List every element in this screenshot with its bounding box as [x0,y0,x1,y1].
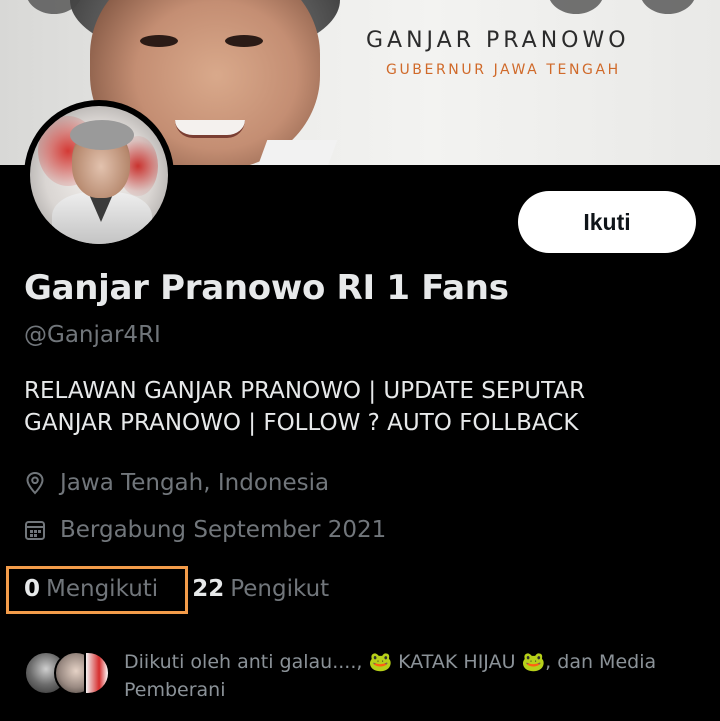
banner-subtitle: GUBERNUR JAWA TENGAH [386,62,621,78]
calendar-icon [25,521,45,540]
profile-handle: @Ganjar4RI [24,322,161,348]
avatar-image [30,106,168,244]
profile-join-date: Bergabung September 2021 [24,514,386,546]
banner-title: GANJAR PRANOWO [366,28,630,53]
followers-label: Pengikut [230,576,330,602]
banner-portrait-smile [175,120,245,138]
following-count: 0 [24,576,41,602]
join-date-text: Bergabung September 2021 [60,517,387,543]
search-button[interactable] [548,0,604,14]
follow-button[interactable]: Ikuti [518,191,696,253]
banner-portrait-eye [225,35,263,47]
avatar [84,651,110,695]
location-pin-icon [26,471,44,495]
profile-bio: RELAWAN GANJAR PRANOWO | UPDATE SEPUTAR … [24,375,704,439]
profile-avatar[interactable] [24,100,174,250]
location-text: Jawa Tengah, Indonesia [60,470,330,496]
following-label: Mengikuti [46,576,159,602]
bio-line: RELAWAN GANJAR PRANOWO | UPDATE SEPUTAR [24,378,586,404]
more-options-button[interactable] [640,0,696,14]
profile-location: Jawa Tengah, Indonesia [24,467,329,499]
profile-name: Ganjar Pranowo RI 1 Fans [24,268,509,308]
follower-avatars [24,648,120,698]
followers-count: 22 [192,576,225,602]
banner-portrait-eye [140,35,178,47]
banner-portrait-shirt [252,140,338,165]
bio-line: GANJAR PRANOWO | FOLLOW ? AUTO FOLLBACK [24,410,579,436]
following-link[interactable]: 0 Mengikuti [24,576,158,602]
avatar-hair [70,120,134,150]
profile-stats: 0 Mengikuti 22 Pengikut [24,572,329,606]
followed-by[interactable]: Diikuti oleh anti galau...., 🐸 KATAK HIJ… [24,648,714,704]
followed-by-text: Diikuti oleh anti galau...., 🐸 KATAK HIJ… [124,651,657,701]
followers-link[interactable]: 22 Pengikut [192,576,329,602]
